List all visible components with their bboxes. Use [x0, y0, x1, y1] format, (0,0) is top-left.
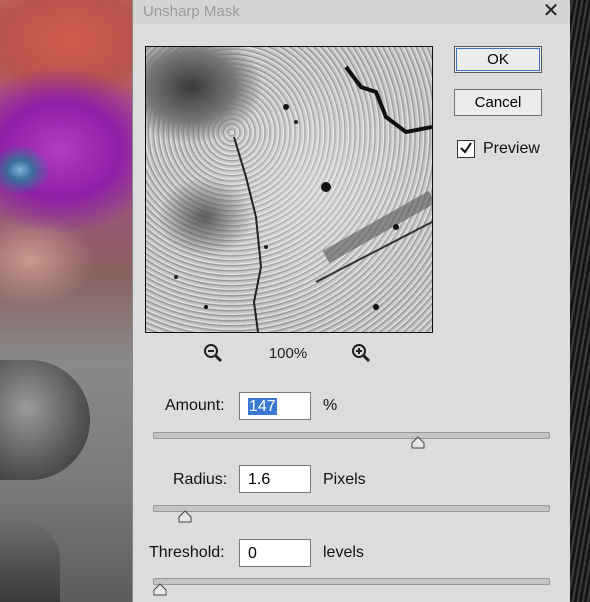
title-bar[interactable]: Unsharp Mask ✕: [133, 0, 570, 24]
amount-slider-track[interactable]: [153, 432, 550, 439]
threshold-unit: levels: [323, 544, 364, 561]
radius-input[interactable]: 1.6: [239, 465, 311, 493]
photo-nose-area: [0, 360, 90, 480]
preview-window[interactable]: [145, 46, 433, 333]
amount-unit: %: [323, 397, 338, 414]
threshold-label: Threshold:: [149, 544, 225, 561]
background-photo-left: [0, 0, 132, 602]
radius-value: 1.6: [248, 471, 271, 488]
threshold-slider-track[interactable]: [153, 578, 550, 585]
preview-checkbox-label[interactable]: Preview: [483, 140, 540, 158]
amount-value: 147: [248, 398, 277, 415]
checkmark-icon: [460, 142, 472, 154]
zoom-in-icon[interactable]: [350, 342, 372, 364]
close-icon[interactable]: ✕: [540, 0, 562, 22]
threshold-slider-thumb[interactable]: [153, 583, 167, 596]
amount-label: Amount:: [165, 397, 225, 414]
cancel-button[interactable]: Cancel: [454, 89, 542, 116]
background-photo-right: [569, 0, 590, 602]
threshold-input[interactable]: 0: [239, 539, 311, 567]
photo-lip-area: [0, 520, 60, 602]
amount-slider-thumb[interactable]: [411, 436, 425, 449]
radius-unit: Pixels: [323, 471, 366, 488]
threshold-value: 0: [248, 545, 257, 562]
zoom-out-icon[interactable]: [202, 342, 224, 364]
zoom-controls: 100%: [145, 342, 431, 366]
radius-label: Radius:: [173, 471, 228, 488]
preview-checkbox[interactable]: [457, 140, 475, 158]
radius-slider-track[interactable]: [153, 505, 550, 512]
amount-input[interactable]: 147: [239, 392, 311, 420]
unsharp-mask-dialog: Unsharp Mask ✕ 100% OK Cancel Preview Am…: [132, 0, 570, 602]
radius-slider-thumb[interactable]: [178, 510, 192, 523]
preview-crack-lines: [174, 65, 432, 332]
dialog-title: Unsharp Mask: [143, 3, 240, 20]
zoom-level-readout: 100%: [268, 345, 308, 362]
ok-button[interactable]: OK: [454, 46, 542, 73]
